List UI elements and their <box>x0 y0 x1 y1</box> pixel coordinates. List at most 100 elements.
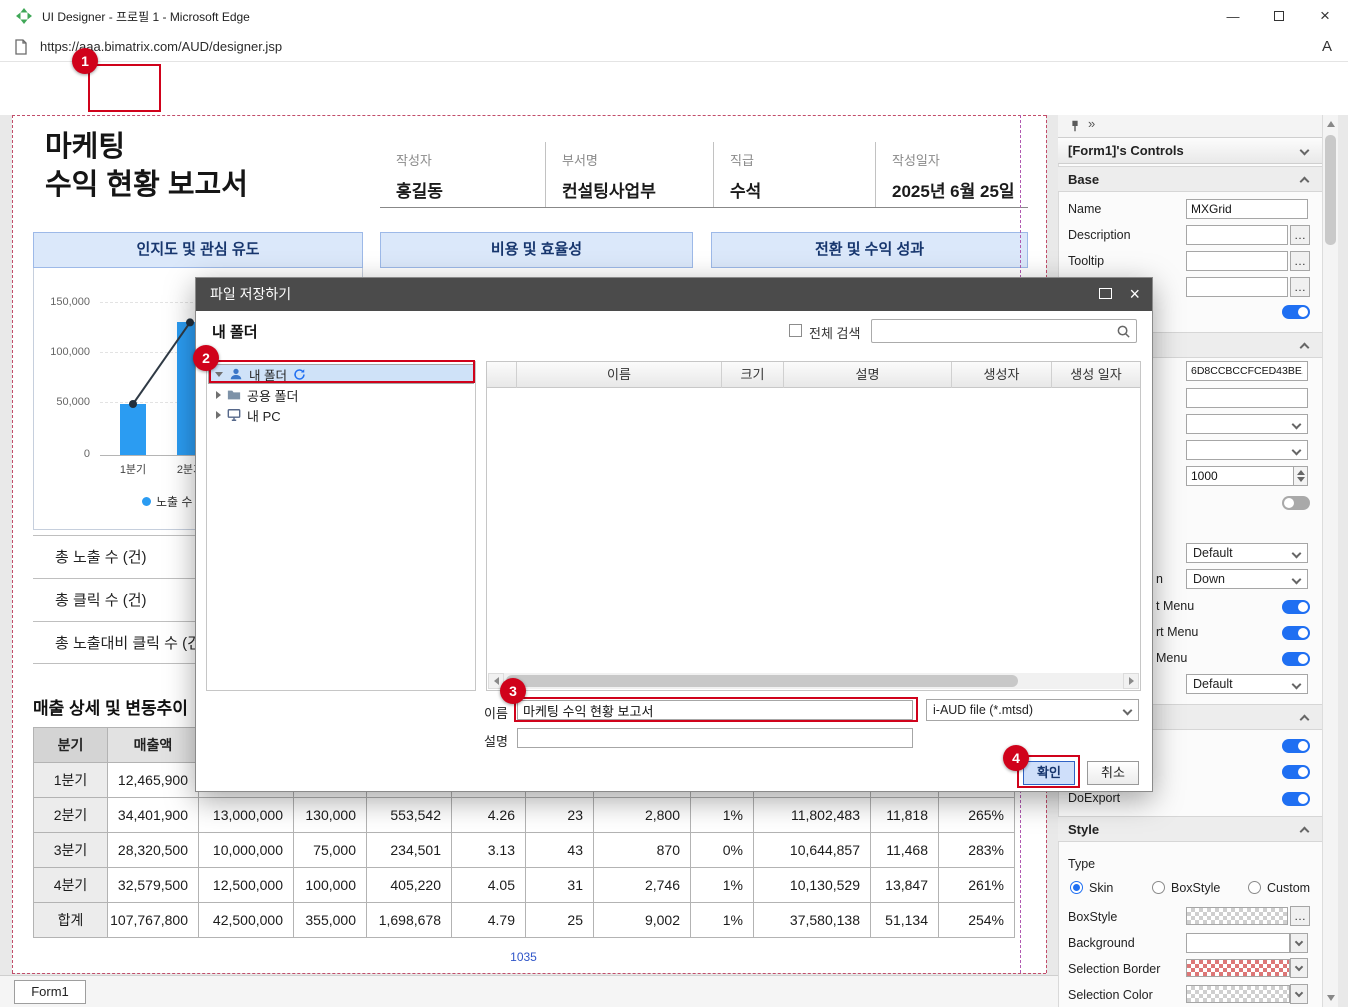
browser-window: UI Designer - 프로필 1 - Microsoft Edge — ×… <box>0 0 1348 1007</box>
cell: 11,818 <box>871 798 939 833</box>
file-list: 이름 크기 설명 생성자 생성 일자 <box>486 361 1141 691</box>
col-created-date[interactable]: 생성 일자 <box>1052 362 1140 388</box>
prop-toggle-doexport[interactable] <box>1282 792 1310 806</box>
prop-select-1[interactable] <box>1186 414 1308 434</box>
tree-label: 내 PC <box>247 406 281 425</box>
expand-closed-icon[interactable] <box>216 391 221 399</box>
selection-color-dropdown[interactable] <box>1290 984 1308 1004</box>
prop-ellipsis-4[interactable]: … <box>1290 277 1310 297</box>
prop-toggle-2[interactable] <box>1282 739 1310 753</box>
computer-icon <box>227 408 241 422</box>
dialog-maximize-icon[interactable] <box>1099 288 1112 299</box>
prop-select-2[interactable] <box>1186 440 1308 460</box>
window-titlebar: UI Designer - 프로필 1 - Microsoft Edge — × <box>0 0 1348 32</box>
cell: 13,000,000 <box>199 798 294 833</box>
prop-toggle-1[interactable] <box>1282 305 1310 319</box>
prop-toggle-3[interactable] <box>1282 765 1310 779</box>
prop-input-6[interactable] <box>1186 388 1308 408</box>
file-type-select[interactable]: i-AUD file (*.mtsd) <box>926 699 1139 721</box>
boxstyle-ellipsis[interactable]: … <box>1290 906 1310 926</box>
tree-item-my-pc[interactable]: 내 PC <box>208 405 474 425</box>
collapse-panel-icon[interactable]: » <box>1088 116 1095 131</box>
radio-label-boxstyle[interactable]: BoxStyle <box>1171 881 1220 895</box>
prop-toggle-menu2[interactable] <box>1282 626 1310 640</box>
col-creator[interactable]: 생성자 <box>952 362 1052 388</box>
table-row: 4분기 32,579,500 12,500,000 100,000 405,22… <box>34 868 1015 903</box>
col-header-revenue[interactable]: 매출액 <box>108 728 199 763</box>
radio-boxstyle[interactable] <box>1152 881 1165 894</box>
search-all-checkbox[interactable] <box>789 324 802 337</box>
prop-input-name[interactable] <box>1186 199 1308 219</box>
report-tab-conversion[interactable]: 전환 및 수익 성과 <box>711 232 1028 268</box>
prop-toggle-off[interactable] <box>1282 496 1310 510</box>
col-size[interactable]: 크기 <box>722 362 784 388</box>
prop-input-guid[interactable] <box>1186 361 1308 381</box>
cancel-button[interactable]: 취소 <box>1087 761 1139 785</box>
radio-custom[interactable] <box>1248 881 1261 894</box>
prop-input-tooltip[interactable] <box>1186 251 1288 271</box>
dialog-close-icon[interactable]: × <box>1129 278 1140 311</box>
prop-select-default-1[interactable]: Default <box>1186 543 1308 563</box>
cell: 254% <box>939 903 1015 938</box>
background-input[interactable] <box>1186 933 1290 953</box>
panel-title[interactable]: [Form1]'s Controls <box>1058 137 1322 164</box>
radio-skin[interactable] <box>1070 881 1083 894</box>
prop-label-selection-border: Selection Border <box>1068 962 1160 976</box>
tree-item-my-folder[interactable]: 내 폴더 <box>208 364 474 384</box>
panel-scrollbar[interactable] <box>1322 115 1338 1007</box>
cell: 355,000 <box>294 903 367 938</box>
cell: 2,800 <box>594 798 691 833</box>
designer-toolbar <box>0 62 1348 115</box>
radio-label-skin[interactable]: Skin <box>1089 881 1113 895</box>
prop-input-4[interactable] <box>1186 277 1288 297</box>
prop-input-description[interactable] <box>1186 225 1288 245</box>
scroll-right-button[interactable] <box>1123 673 1139 689</box>
tree-item-shared-folder[interactable]: 공용 폴더 <box>208 385 474 405</box>
minimize-button[interactable]: — <box>1210 0 1256 32</box>
cell: 10,644,857 <box>754 833 871 868</box>
col-name[interactable]: 이름 <box>517 362 722 388</box>
close-button[interactable]: × <box>1302 0 1348 32</box>
prop-toggle-menu1[interactable] <box>1282 600 1310 614</box>
section-style[interactable]: Style <box>1058 816 1322 842</box>
prop-select-down[interactable]: Down <box>1186 569 1308 589</box>
col-description[interactable]: 설명 <box>784 362 952 388</box>
selection-color-swatch[interactable] <box>1186 985 1290 1003</box>
radio-label-custom[interactable]: Custom <box>1267 881 1310 895</box>
cell: 3분기 <box>34 833 108 868</box>
address-bar[interactable]: https://aaa.bimatrix.com/AUD/designer.js… <box>0 32 1348 62</box>
ok-button[interactable]: 확인 <box>1023 761 1075 785</box>
dialog-titlebar[interactable]: 파일 저장하기 × <box>196 278 1152 311</box>
col-header-quarter[interactable]: 분기 <box>34 728 108 763</box>
col-select <box>487 362 517 388</box>
selection-border-swatch[interactable] <box>1186 959 1290 977</box>
prop-toggle-menu3[interactable] <box>1282 652 1310 666</box>
prop-ellipsis-tooltip[interactable]: … <box>1290 251 1310 271</box>
hscroll-thumb[interactable] <box>506 675 1018 687</box>
cell: 31 <box>526 868 594 903</box>
boxstyle-swatch[interactable] <box>1186 907 1288 925</box>
section-base[interactable]: Base <box>1058 166 1322 192</box>
file-desc-input[interactable] <box>517 728 913 748</box>
prop-label-type: Type <box>1068 857 1095 871</box>
expand-closed-icon[interactable] <box>216 411 221 419</box>
prop-ellipsis-description[interactable]: … <box>1290 225 1310 245</box>
file-list-hscrollbar[interactable] <box>488 673 1139 689</box>
file-name-input[interactable] <box>517 700 913 720</box>
search-input[interactable] <box>871 319 1137 343</box>
prop-spinner-input[interactable] <box>1186 466 1294 486</box>
report-tab-awareness[interactable]: 인지도 및 관심 유도 <box>33 232 363 268</box>
form1-tab[interactable]: Form1 <box>14 980 86 1004</box>
scrollbar-thumb[interactable] <box>1325 135 1336 245</box>
refresh-icon[interactable] <box>293 368 306 381</box>
prop-select-default-2[interactable]: Default <box>1186 674 1308 694</box>
cell: 234,501 <box>367 833 452 868</box>
maximize-button[interactable] <box>1256 0 1302 32</box>
selection-border-dropdown[interactable] <box>1290 958 1308 978</box>
expand-open-icon[interactable] <box>215 372 223 377</box>
read-aloud-icon[interactable]: A <box>1322 38 1332 55</box>
background-dropdown[interactable] <box>1290 933 1308 953</box>
prop-spinner-buttons[interactable] <box>1294 466 1308 486</box>
pin-icon[interactable] <box>1068 119 1082 133</box>
report-tab-cost[interactable]: 비용 및 효율성 <box>380 232 693 268</box>
